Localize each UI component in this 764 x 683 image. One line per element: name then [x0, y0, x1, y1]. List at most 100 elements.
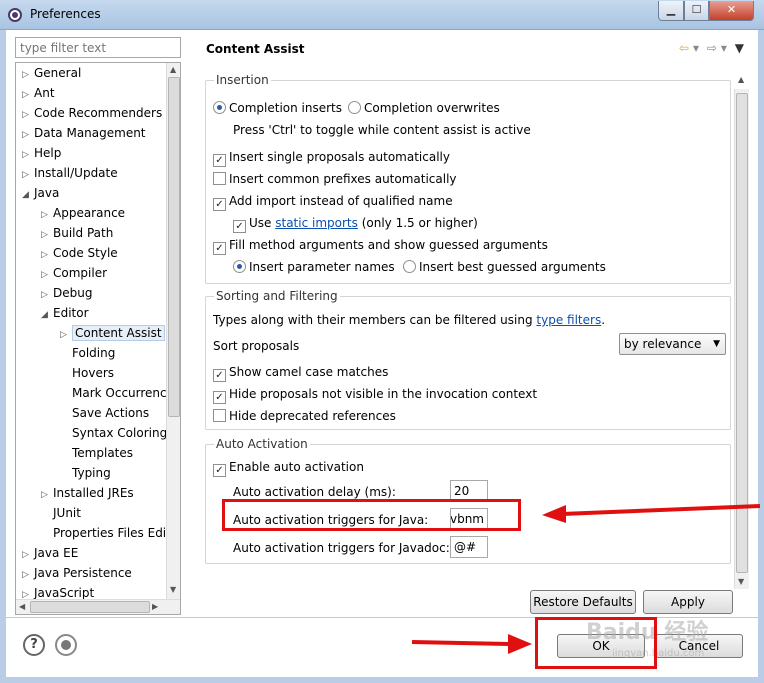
maximize-button[interactable]: ☐	[684, 1, 709, 21]
content-assist-page: Insertion Completion inserts Completion …	[205, 67, 735, 565]
expand-arrow-icon[interactable]: ▷	[22, 565, 34, 585]
window-frame-bottom	[0, 677, 764, 683]
insert-single-checkbox[interactable]: ✓ Insert single proposals automatically	[213, 148, 450, 167]
tree-item[interactable]: ▷ Content Assist	[60, 323, 165, 343]
scroll-right-icon[interactable]: ▶	[152, 602, 158, 611]
expand-arrow-icon[interactable]: ▷	[22, 85, 34, 105]
completion-inserts-radio[interactable]: Completion inserts	[213, 99, 342, 117]
tree-item[interactable]: Typing	[60, 463, 111, 483]
preferences-tree[interactable]: ▷ General ▷ Ant ▷ Code Recommenders ▷ Data Mana…	[15, 62, 181, 615]
hide-not-visible-checkbox[interactable]: ✓ Hide proposals not visible in the invoc…	[213, 385, 537, 404]
tree-item[interactable]: ▷ Compiler	[41, 263, 107, 283]
tree-item[interactable]: ▷ Help	[22, 143, 61, 163]
dropdown-caret-icon: ▼	[713, 339, 720, 349]
expand-arrow-icon[interactable]: ▷	[60, 325, 72, 345]
radio-selected-icon	[213, 101, 226, 114]
insert-param-names-radio[interactable]: Insert parameter names	[233, 258, 395, 276]
record-icon[interactable]	[55, 634, 77, 656]
sort-proposals-select[interactable]: by relevance ▼	[619, 333, 726, 355]
enable-auto-activation-checkbox[interactable]: ✓ Enable auto activation	[213, 458, 364, 477]
completion-overwrites-radio[interactable]: Completion overwrites	[348, 99, 500, 117]
tree-item[interactable]: ▷ Debug	[41, 283, 92, 303]
collapse-arrow-icon[interactable]: ◢	[22, 185, 34, 205]
type-filters-link[interactable]: type filters	[536, 313, 601, 327]
scroll-down-icon[interactable]: ▼	[738, 577, 744, 586]
annotation-arrow-right	[542, 504, 761, 523]
tree-horizontal-scrollbar[interactable]: ◀ ▶	[16, 599, 180, 614]
checkbox-icon	[213, 409, 226, 422]
tree-item[interactable]: ◢ Java	[22, 183, 59, 203]
tree-item[interactable]: Hovers	[60, 363, 114, 383]
tree-item[interactable]: ▷ Ant	[22, 83, 55, 103]
scroll-left-icon[interactable]: ◀	[19, 602, 25, 611]
view-menu-icon[interactable]: ▼	[735, 41, 744, 55]
expand-arrow-icon[interactable]: ▷	[41, 285, 53, 305]
tree-item[interactable]: JUnit	[41, 503, 81, 523]
back-arrow-icon[interactable]: ⇦	[679, 41, 689, 55]
forward-dropdown-icon[interactable]: ▾	[721, 41, 727, 55]
tree-item[interactable]: Templates	[60, 443, 133, 463]
collapse-arrow-icon[interactable]: ◢	[41, 305, 53, 325]
camel-case-checkbox[interactable]: ✓ Show camel case matches	[213, 363, 388, 382]
sorting-group-title: Sorting and Filtering	[214, 289, 340, 303]
tree-item-label: Debug	[53, 286, 93, 300]
close-window-button[interactable]: ✕	[709, 1, 754, 21]
back-dropdown-icon[interactable]: ▾	[693, 41, 699, 55]
tree-item[interactable]: ▷ Code Style	[41, 243, 118, 263]
minimize-button[interactable]: ▁	[658, 1, 684, 21]
expand-arrow-icon[interactable]: ▷	[22, 65, 34, 85]
tree-hscroll-thumb[interactable]	[30, 601, 150, 613]
insert-best-guessed-radio[interactable]: Insert best guessed arguments	[403, 258, 606, 276]
apply-button[interactable]: Apply	[643, 590, 733, 614]
tree-item-label: JavaScript	[34, 586, 95, 600]
tree-item[interactable]: ▷ Code Recommenders	[22, 103, 162, 123]
tree-item-label: Content Assist	[72, 325, 165, 341]
tree-item[interactable]: Syntax Coloring	[60, 423, 167, 443]
expand-arrow-icon[interactable]: ▷	[22, 105, 34, 125]
expand-arrow-icon[interactable]: ▷	[22, 145, 34, 165]
tree-item[interactable]: ▷ Appearance	[41, 203, 125, 223]
tree-item[interactable]: Save Actions	[60, 403, 149, 423]
scroll-up-icon[interactable]: ▲	[170, 65, 176, 74]
tree-vertical-scrollbar[interactable]: ▲ ▼	[166, 63, 180, 599]
filter-input[interactable]	[15, 37, 181, 58]
static-imports-link[interactable]: static imports	[275, 216, 358, 230]
scroll-down-icon[interactable]: ▼	[170, 585, 176, 594]
tree-item[interactable]: ▷ Installed JREs	[41, 483, 134, 503]
tree-item[interactable]: ▷ Install/Update	[22, 163, 118, 183]
hide-deprecated-checkbox[interactable]: Hide deprecated references	[213, 407, 396, 425]
tree-item[interactable]: ▷ Data Management	[22, 123, 146, 143]
expand-arrow-icon[interactable]: ▷	[41, 265, 53, 285]
scroll-up-icon[interactable]: ▲	[738, 75, 744, 84]
expand-arrow-icon[interactable]: ▷	[22, 125, 34, 145]
add-import-checkbox[interactable]: ✓ Add import instead of qualified name	[213, 192, 453, 211]
tree-item[interactable]: ▷ Java Persistence	[22, 563, 132, 583]
tree-item[interactable]: Mark Occurrences	[60, 383, 180, 403]
tree-item[interactable]: ◢ Editor	[41, 303, 89, 323]
forward-arrow-icon[interactable]: ⇨	[707, 41, 717, 55]
insertion-group-title: Insertion	[214, 73, 271, 87]
tree-item[interactable]: ▷ Build Path	[41, 223, 113, 243]
tree-item[interactable]: ▷ General	[22, 63, 81, 83]
tree-item[interactable]: ▷ Java EE	[22, 543, 78, 563]
tree-item-label: JUnit	[53, 506, 81, 520]
fill-method-checkbox[interactable]: ✓ Fill method arguments and show guessed …	[213, 236, 548, 255]
expand-arrow-icon[interactable]: ▷	[41, 225, 53, 245]
tree-item-label: Folding	[72, 346, 116, 360]
insert-common-checkbox[interactable]: Insert common prefixes automatically	[213, 170, 457, 188]
use-static-imports-checkbox[interactable]: ✓ Use static imports (only 1.5 or higher)	[233, 214, 478, 233]
tree-item-label: Typing	[72, 466, 111, 480]
eclipse-icon	[8, 8, 22, 22]
java-triggers-highlight	[222, 499, 521, 531]
tree-scroll-thumb[interactable]	[168, 77, 180, 417]
tree-item[interactable]: Folding	[60, 343, 115, 363]
expand-arrow-icon[interactable]: ▷	[22, 165, 34, 185]
expand-arrow-icon[interactable]: ▷	[22, 545, 34, 565]
expand-arrow-icon[interactable]: ▷	[41, 205, 53, 225]
javadoc-triggers-input[interactable]: @#	[450, 536, 488, 558]
restore-defaults-button[interactable]: Restore Defaults	[530, 590, 636, 614]
help-icon[interactable]: ?	[23, 634, 45, 656]
expand-arrow-icon[interactable]: ▷	[41, 245, 53, 265]
tree-item[interactable]: Properties Files Editor	[41, 523, 180, 543]
expand-arrow-icon[interactable]: ▷	[41, 485, 53, 505]
